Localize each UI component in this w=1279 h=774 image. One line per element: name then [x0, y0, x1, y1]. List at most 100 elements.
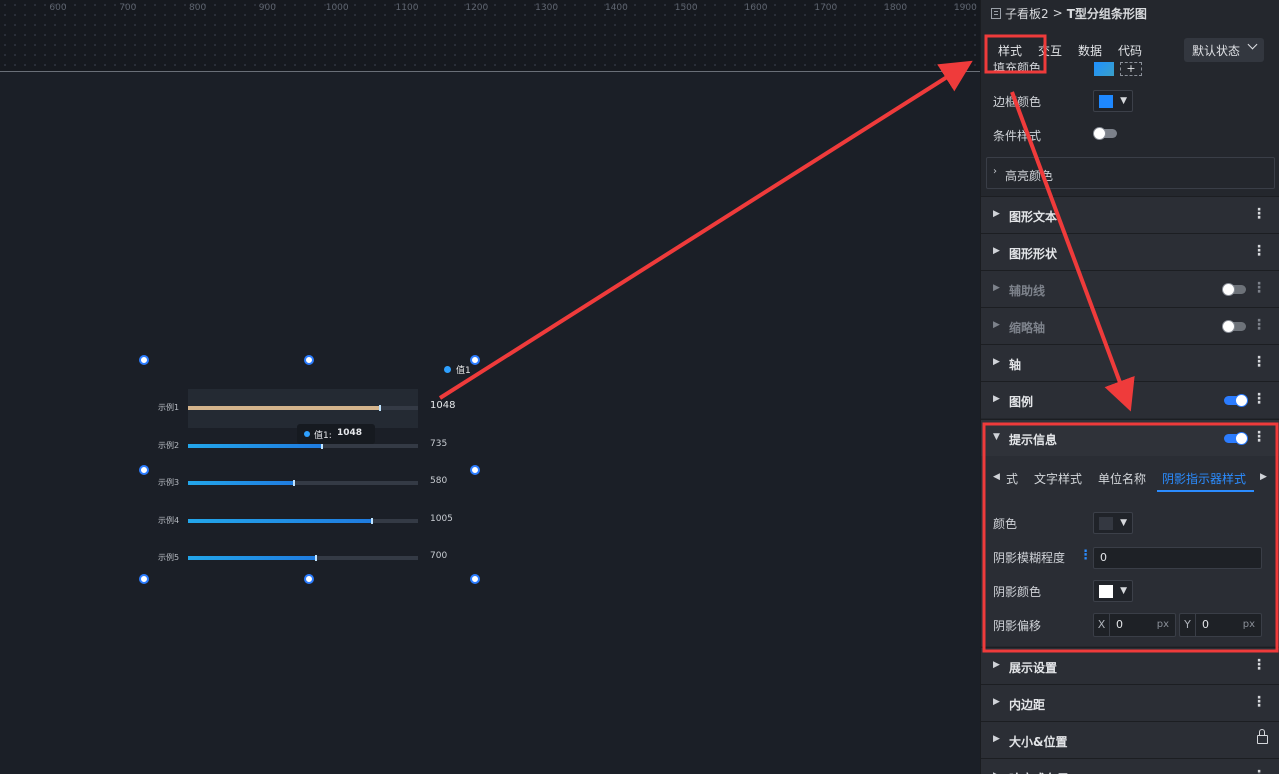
- section-title: 展示设置: [1009, 661, 1058, 675]
- more-options-icon[interactable]: ⋮: [1252, 354, 1266, 370]
- more-options-icon[interactable]: ⋮: [1252, 429, 1266, 445]
- more-options-icon[interactable]: ⋮: [1252, 280, 1266, 296]
- subtab-text-style[interactable]: 文字样式: [1034, 470, 1082, 487]
- more-options-icon[interactable]: ⋮: [1252, 768, 1266, 774]
- bar-row[interactable]: 示例4 1005: [144, 511, 475, 531]
- section-tooltip[interactable]: ▼ 提示信息 ⋮: [981, 419, 1279, 456]
- bar-value-label: 1005: [430, 513, 453, 524]
- section-响应式布局[interactable]: ▶响应式布局⋮: [981, 758, 1279, 774]
- bar[interactable]: [188, 443, 323, 448]
- more-options-icon[interactable]: ⋮: [1252, 657, 1266, 673]
- section-图例[interactable]: ▶ 图例 ⋮: [981, 381, 1279, 418]
- border-color-picker[interactable]: ▼: [1093, 90, 1133, 112]
- bar-row[interactable]: 示例5 700: [144, 548, 475, 568]
- indicator-color-picker[interactable]: ▼: [1093, 512, 1133, 534]
- shadow-blur-label: 阴影模糊程度: [993, 551, 1066, 565]
- subtab-style[interactable]: 式: [1006, 470, 1018, 487]
- section-展示设置[interactable]: ▶ 展示设置 ⋮: [981, 647, 1279, 684]
- more-options-icon[interactable]: ⋮: [1252, 391, 1266, 407]
- shadow-color-label: 阴影颜色: [993, 585, 1042, 599]
- tab-interaction[interactable]: 交互: [1038, 42, 1062, 59]
- ruler-tick-label: 600: [49, 3, 67, 13]
- drag-handle-icon[interactable]: ⋮: [1079, 548, 1092, 563]
- design-canvas[interactable]: 600 700 800 900 1000 1100 1200 1300 1400 1500 1600…: [0, 0, 980, 774]
- shadow-color-fill: [1099, 585, 1113, 598]
- tooltip-value: 1048: [337, 428, 363, 438]
- subtab-shadow-indicator[interactable]: 阴影指示器样式: [1162, 470, 1246, 487]
- highlight-color-collapse[interactable]: › 高亮颜色: [986, 157, 1275, 189]
- section-缩略轴[interactable]: ▶ 缩略轴 ⋮: [981, 307, 1279, 344]
- section-图形文本[interactable]: ▶ 图形文本 ⋮: [981, 196, 1279, 233]
- bar-row[interactable]: 示例1 1048: [144, 398, 475, 418]
- breadcrumb-separator: >: [1052, 6, 1063, 20]
- caret-right-icon: ▶: [993, 209, 1000, 219]
- scroll-left-icon[interactable]: ◀: [993, 472, 1000, 482]
- section-toggle[interactable]: [1222, 283, 1246, 296]
- more-options-icon[interactable]: ⋮: [1252, 317, 1266, 333]
- shadow-blur-input[interactable]: 0: [1093, 547, 1262, 569]
- add-color-icon[interactable]: +: [1120, 62, 1142, 76]
- offset-x-unit: px: [1156, 619, 1169, 630]
- offset-x-value: 0: [1116, 618, 1123, 631]
- state-select[interactable]: 默认状态: [1184, 38, 1264, 62]
- more-options-icon[interactable]: ⋮: [1252, 206, 1266, 222]
- bar-value-label: 700: [430, 551, 448, 561]
- section-tooltip-title: 提示信息: [1009, 433, 1058, 447]
- breadcrumb-parent[interactable]: 子看板2: [1005, 5, 1049, 22]
- bar[interactable]: [188, 518, 373, 523]
- section-toggle[interactable]: [1224, 394, 1248, 407]
- section-图形形状[interactable]: ▶ 图形形状 ⋮: [981, 233, 1279, 270]
- resize-handle-bottom-left[interactable]: [139, 574, 149, 584]
- caret-down-icon: ▼: [1120, 586, 1127, 596]
- more-options-icon[interactable]: ⋮: [1252, 243, 1266, 259]
- legend-label: 值1: [456, 366, 471, 376]
- tab-style[interactable]: 样式: [998, 42, 1022, 59]
- scroll-right-icon[interactable]: ▶: [1260, 472, 1267, 482]
- bar-end-marker: [293, 480, 295, 486]
- subtab-unit-name[interactable]: 单位名称: [1098, 470, 1146, 487]
- more-options-icon[interactable]: ⋮: [1252, 694, 1266, 710]
- caret-down-icon: ▼: [1120, 518, 1127, 528]
- toggle-knob: [1222, 283, 1235, 296]
- resize-handle-bottom-right[interactable]: [470, 574, 480, 584]
- horizontal-ruler: 600 700 800 900 1000 1100 1200 1300 1400 1500 1600…: [0, 0, 980, 72]
- shadow-offset-x-input[interactable]: X 0 px: [1093, 613, 1176, 637]
- caret-right-icon: ▶: [993, 320, 1000, 330]
- tooltip-toggle[interactable]: [1224, 432, 1248, 445]
- caret-right-icon: ▶: [993, 394, 1000, 404]
- resize-handle-top[interactable]: [304, 355, 314, 365]
- category-label: 示例1: [158, 403, 180, 412]
- section-toggle[interactable]: [1222, 320, 1246, 333]
- tab-code[interactable]: 代码: [1118, 42, 1142, 59]
- chart-tooltip: 值1: 1048: [297, 424, 375, 444]
- bar-chart-widget[interactable]: 值1 示例1 1048 示例2 735 示例3 580 示例4 1005 示例5 700 值1: …: [139, 355, 480, 584]
- section-轴[interactable]: ▶ 轴 ⋮: [981, 344, 1279, 381]
- bar-row[interactable]: 示例3 580: [144, 473, 475, 493]
- app-root: 600 700 800 900 1000 1100 1200 1300 1400 1500 1600…: [0, 0, 1279, 774]
- bar[interactable]: [188, 481, 295, 485]
- bar[interactable]: [188, 406, 381, 410]
- section-title: 大小&位置: [1009, 735, 1068, 749]
- section-内边距[interactable]: ▶ 内边距 ⋮: [981, 684, 1279, 721]
- caret-right-icon: ▶: [993, 697, 1000, 707]
- bar-track: [188, 442, 418, 449]
- fill-gradient-swatch[interactable]: [1094, 62, 1114, 76]
- shadow-offset-y-input[interactable]: Y 0 px: [1179, 613, 1262, 637]
- resize-handle-bottom[interactable]: [304, 574, 314, 584]
- section-辅助线[interactable]: ▶ 辅助线 ⋮: [981, 270, 1279, 307]
- condition-style-toggle[interactable]: [1093, 127, 1117, 140]
- bar[interactable]: [188, 556, 317, 560]
- shadow-color-picker[interactable]: ▼: [1093, 580, 1133, 602]
- ruler-tick-label: 1800: [884, 3, 908, 13]
- resize-handle-top-right[interactable]: [470, 355, 480, 365]
- section-title: 辅助线: [1009, 284, 1046, 298]
- section-大小&位置[interactable]: ▶ 大小&位置: [981, 721, 1279, 758]
- resize-handle-top-left[interactable]: [139, 355, 149, 365]
- caret-right-icon: ▶: [993, 283, 1000, 293]
- offset-y-unit: px: [1242, 619, 1255, 630]
- ruler-tick-label: 1700: [814, 3, 838, 13]
- caret-right-icon: ▶: [993, 734, 1000, 744]
- bar-track: [188, 517, 418, 524]
- tab-data[interactable]: 数据: [1078, 42, 1102, 59]
- lock-icon[interactable]: [1257, 729, 1268, 744]
